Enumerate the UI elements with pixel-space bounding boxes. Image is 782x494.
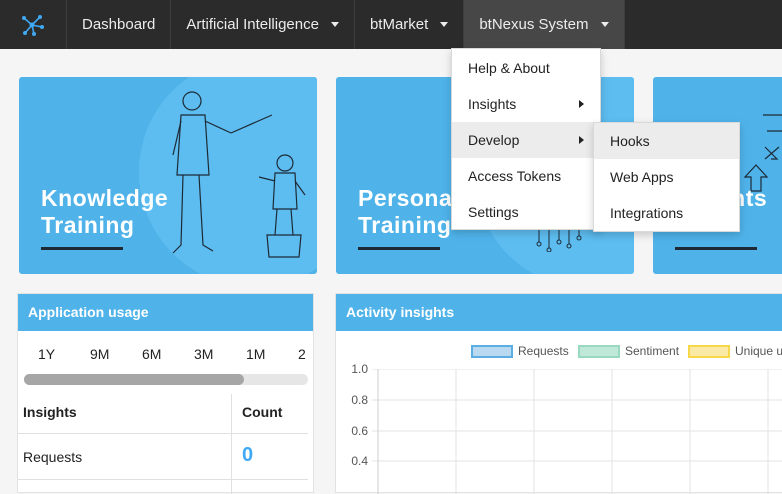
horizontal-scrollbar[interactable] [24, 374, 308, 385]
y-tick-label: 0.8 [351, 393, 368, 407]
menu-item-insights[interactable]: Insights [452, 86, 600, 122]
menu-item-settings[interactable]: Settings [452, 194, 600, 230]
nav-btmarket[interactable]: btMarket [355, 0, 465, 49]
table-row-name: Requests [23, 449, 83, 465]
card-title-line1: Knowledge [41, 185, 169, 211]
y-tick-label: 0.6 [351, 424, 368, 438]
card-title-line2: Training [358, 212, 452, 238]
menu-item-label: Settings [468, 204, 519, 220]
nav-btnexus-system[interactable]: btNexus System [464, 0, 625, 49]
menu-item-label: Access Tokens [468, 168, 562, 184]
menu-item-help-about[interactable]: Help & About [452, 50, 600, 86]
table-row-count: 0 [242, 444, 254, 466]
menu-item-label: Insights [468, 96, 517, 112]
legend-label: Requests [518, 344, 569, 358]
row-divider [18, 479, 308, 480]
menu-item-develop[interactable]: Develop [452, 122, 600, 158]
nexus-logo-icon[interactable] [0, 0, 67, 49]
legend-swatch [578, 344, 620, 358]
chevron-right-icon [579, 136, 584, 144]
nav-dashboard[interactable]: Dashboard [67, 0, 172, 49]
legend-item-sentiment[interactable]: Sentiment [578, 344, 679, 358]
chevron-right-icon [579, 100, 584, 108]
insights-illustration [743, 114, 782, 192]
menu-item-label: Help & About [468, 60, 550, 76]
card-title-line2: Training [41, 212, 135, 238]
card-title: Persona Training [358, 185, 452, 239]
nav-artificial-intelligence[interactable]: Artificial Intelligence [171, 0, 355, 49]
submenu-item-web-apps[interactable]: Web Apps [594, 159, 739, 195]
develop-submenu: Hooks Web Apps Integrations [593, 122, 740, 232]
caret-down-icon [330, 22, 339, 27]
range-option[interactable]: 3M [194, 346, 246, 362]
time-range-selector: 1Y 9M 6M 3M 1M 2 [38, 346, 318, 362]
caret-down-icon [600, 22, 609, 27]
activity-insights-panel: Activity insights Requests Sentiment Uni… [335, 293, 782, 494]
submenu-item-integrations[interactable]: Integrations [594, 195, 739, 231]
range-option[interactable]: 9M [90, 346, 142, 362]
legend-label: Unique u [735, 344, 782, 358]
btnexus-dropdown-menu: Help & About Insights Develop Access Tok… [451, 48, 601, 230]
menu-item-label: Hooks [610, 133, 650, 149]
teacher-robot-illustration [172, 91, 306, 258]
menu-item-label: Web Apps [610, 169, 674, 185]
application-usage-panel: Application usage 1Y 9M 6M 3M 1M 2 Insig… [17, 293, 314, 494]
card-underline [41, 247, 123, 250]
activity-chart-grid [372, 369, 782, 494]
menu-item-label: Integrations [610, 205, 684, 221]
menu-item-label: Develop [468, 132, 520, 148]
knowledge-training-card[interactable]: Knowledge Training [19, 77, 317, 274]
nav-dashboard-label: Dashboard [82, 16, 156, 33]
legend-swatch [471, 344, 513, 358]
menu-item-access-tokens[interactable]: Access Tokens [452, 158, 600, 194]
legend-item-unique-users[interactable]: Unique u [688, 344, 782, 358]
top-navbar: Dashboard Artificial Intelligence btMark… [0, 0, 782, 49]
panel-title: Application usage [18, 294, 313, 331]
legend-swatch [688, 344, 730, 358]
range-option[interactable]: 1M [246, 346, 298, 362]
legend-item-requests[interactable]: Requests [471, 344, 569, 358]
nav-btmarket-label: btMarket [369, 16, 429, 33]
caret-down-icon [440, 22, 449, 27]
col-count-header: Count [242, 404, 283, 420]
card-title-line1: Persona [358, 185, 453, 211]
y-tick-label: 0.4 [351, 454, 368, 468]
legend-label: Sentiment [625, 344, 680, 358]
card-title: Knowledge Training [41, 185, 168, 239]
range-option[interactable]: 2 [298, 346, 318, 362]
nav-ai-label: Artificial Intelligence [186, 16, 319, 33]
submenu-item-hooks[interactable]: Hooks [594, 123, 739, 159]
range-option[interactable]: 6M [142, 346, 194, 362]
row-divider [18, 433, 308, 434]
card-underline [358, 247, 440, 250]
col-insights-header: Insights [23, 404, 77, 420]
nav-btnexus-label: btNexus System [479, 16, 589, 33]
scrollbar-thumb[interactable] [24, 374, 244, 385]
panel-title: Activity insights [336, 294, 782, 331]
y-tick-label: 1.0 [351, 362, 368, 376]
card-underline [675, 247, 757, 250]
range-option[interactable]: 1Y [38, 346, 90, 362]
